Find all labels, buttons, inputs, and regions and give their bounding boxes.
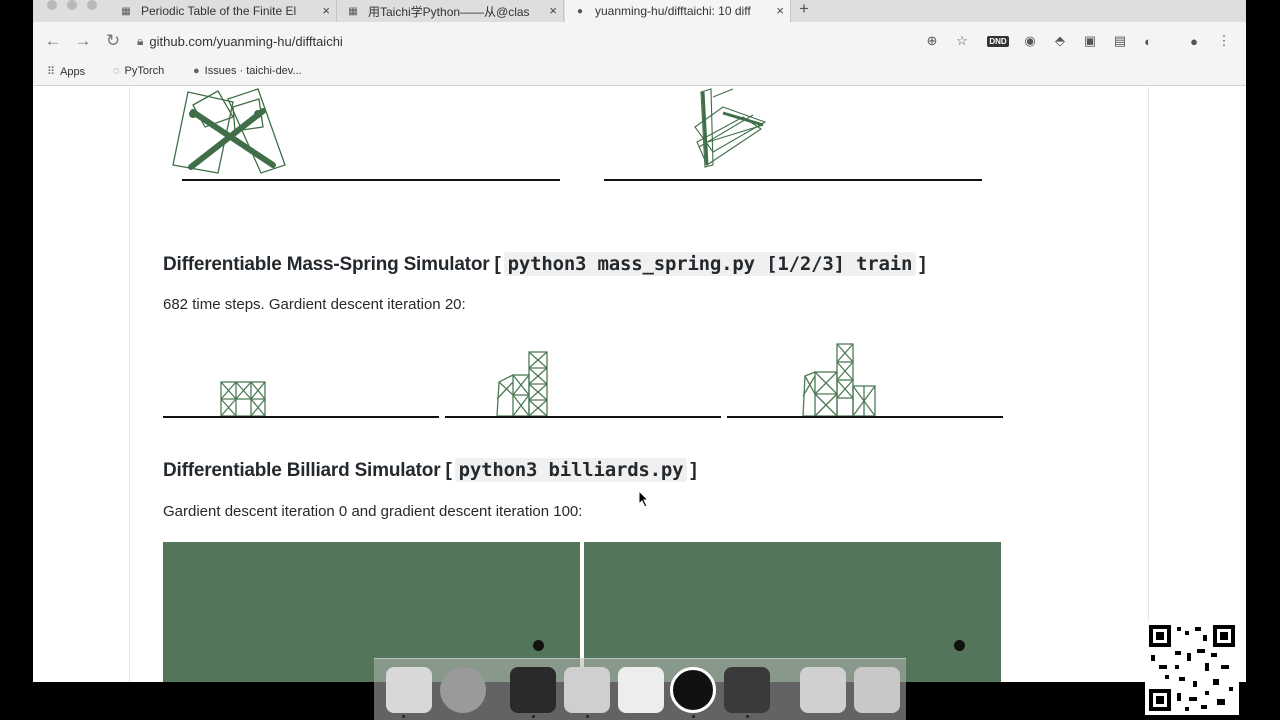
heading-bracket: ] (690, 460, 697, 481)
new-tab-button[interactable]: + (799, 0, 809, 18)
ground-line (604, 179, 982, 181)
heading-bracket: ] (919, 254, 926, 275)
close-window-icon[interactable] (47, 0, 57, 10)
page-icon: ▦ (121, 5, 131, 17)
tab-close-icon[interactable]: × (322, 3, 330, 18)
pytorch-icon: ◌ (113, 65, 120, 77)
url-text: github.com/yuanming-hu/difftaichi (149, 33, 343, 49)
tab-strip: ▦ Periodic Table of the Finite El × ▦ 用T… (33, 0, 1246, 22)
inline-code: python3 mass_spring.py [1/2/3] train (503, 252, 917, 276)
menu-icon[interactable]: ⋮ (1215, 32, 1233, 50)
apps-grid-icon: ⠿ (47, 66, 56, 78)
readme-border (129, 87, 130, 682)
github-icon: ● (193, 65, 200, 77)
preview-icon[interactable] (618, 667, 664, 713)
chrome-icon[interactable] (440, 667, 486, 713)
extension-icon[interactable]: ◉ (1021, 32, 1039, 50)
back-icon[interactable]: ← (43, 31, 63, 51)
qr-code (1145, 621, 1239, 715)
running-indicator (402, 715, 405, 718)
keynote-icon[interactable] (564, 667, 610, 713)
running-indicator (692, 715, 695, 718)
mass-spring-robot-3 (802, 343, 876, 417)
macos-dock (374, 658, 906, 720)
lock-icon: 🔒︎ (137, 33, 144, 48)
extension-icon[interactable]: ▣ (1081, 32, 1099, 50)
billiard-caption: Gardient descent iteration 0 and gradien… (163, 503, 583, 520)
bookmark-label: Issues · taichi-dev... (204, 65, 302, 77)
profile-avatar-icon[interactable]: ● (1185, 32, 1203, 50)
rigid-body-robot-figure (172, 88, 286, 174)
billiard-ball (533, 640, 544, 651)
readme-border (1148, 87, 1149, 682)
bookmarks-bar: ⠿ Apps ◌ PyTorch ● Issues · taichi-dev..… (33, 60, 1246, 86)
qr-code-image (1149, 625, 1235, 711)
github-icon: ● (576, 5, 584, 17)
heading-text: Differentiable Billiard Simulator [ (163, 460, 452, 481)
extension-icon[interactable]: ▤ (1111, 32, 1129, 50)
mass-spring-caption: 682 time steps. Gardient descent iterati… (163, 296, 466, 313)
mass-spring-robot-2 (496, 351, 548, 417)
tab-close-icon[interactable]: × (776, 3, 784, 18)
bookmark-label: Apps (60, 65, 86, 78)
running-indicator (746, 715, 749, 718)
tab-taichi-python[interactable]: ▦ 用Taichi学Python——从@clas × (338, 0, 564, 22)
ground-line (445, 416, 721, 418)
acrobat-icon[interactable] (724, 667, 770, 713)
inline-code: python3 billiards.py (454, 458, 688, 482)
bookmark-pytorch[interactable]: ◌ PyTorch (113, 65, 164, 77)
ground-line (727, 416, 1003, 418)
ground-line (182, 179, 560, 181)
browser-window: ▦ Periodic Table of the Finite El × ▦ 用T… (33, 0, 1246, 682)
trash-icon[interactable] (854, 667, 900, 713)
toolbar: ← → ↻ 🔒︎ github.com/yuanming-hu/difftaic… (33, 22, 1246, 60)
printer-icon[interactable] (800, 667, 846, 713)
minimize-window-icon[interactable] (67, 0, 77, 10)
extension-icon[interactable]: ⬘ (1051, 32, 1069, 50)
extension-icon[interactable]: ◐ (1139, 32, 1157, 50)
tab-title: yuanming-hu/difftaichi: 10 diff (595, 4, 751, 18)
forward-icon[interactable]: → (73, 31, 93, 51)
tab-periodic-table[interactable]: ▦ Periodic Table of the Finite El × (111, 0, 337, 22)
billiard-heading: Differentiable Billiard Simulator [pytho… (163, 458, 697, 482)
tab-title: 用Taichi学Python——从@clas (368, 4, 530, 19)
address-bar[interactable]: 🔒︎ github.com/yuanming-hu/difftaichi (137, 29, 975, 53)
ground-line (163, 416, 439, 418)
dnd-extension-icon[interactable]: DND (987, 32, 1009, 50)
tab-difftaichi[interactable]: ● yuanming-hu/difftaichi: 10 diff × (565, 0, 791, 22)
zoom-window-icon[interactable] (87, 0, 97, 10)
zoom-icon[interactable]: ⊕ (923, 32, 941, 50)
mouse-cursor-icon (638, 490, 650, 508)
billiard-ball (954, 640, 965, 651)
bookmark-star-icon[interactable]: ☆ (953, 32, 971, 50)
page-icon: ▦ (348, 5, 358, 17)
bookmark-apps[interactable]: ⠿ Apps (47, 65, 86, 79)
finder-icon[interactable] (386, 667, 432, 713)
tab-title: Periodic Table of the Finite El (141, 4, 297, 18)
running-indicator (532, 715, 535, 718)
mass-spring-heading: Differentiable Mass-Spring Simulator [py… (163, 252, 926, 276)
obs-icon[interactable] (670, 667, 716, 713)
mass-spring-robot-1 (220, 381, 266, 417)
rigid-body-robot-figure-2 (694, 88, 767, 168)
bookmark-label: PyTorch (124, 65, 165, 77)
terminal-icon[interactable] (510, 667, 556, 713)
heading-text: Differentiable Mass-Spring Simulator [ (163, 254, 501, 275)
bookmark-issues[interactable]: ● Issues · taichi-dev... (193, 65, 302, 77)
page-content: Differentiable Mass-Spring Simulator [py… (33, 87, 1246, 682)
running-indicator (586, 715, 589, 718)
reload-icon[interactable]: ↻ (103, 31, 123, 51)
tab-close-icon[interactable]: × (549, 3, 557, 18)
